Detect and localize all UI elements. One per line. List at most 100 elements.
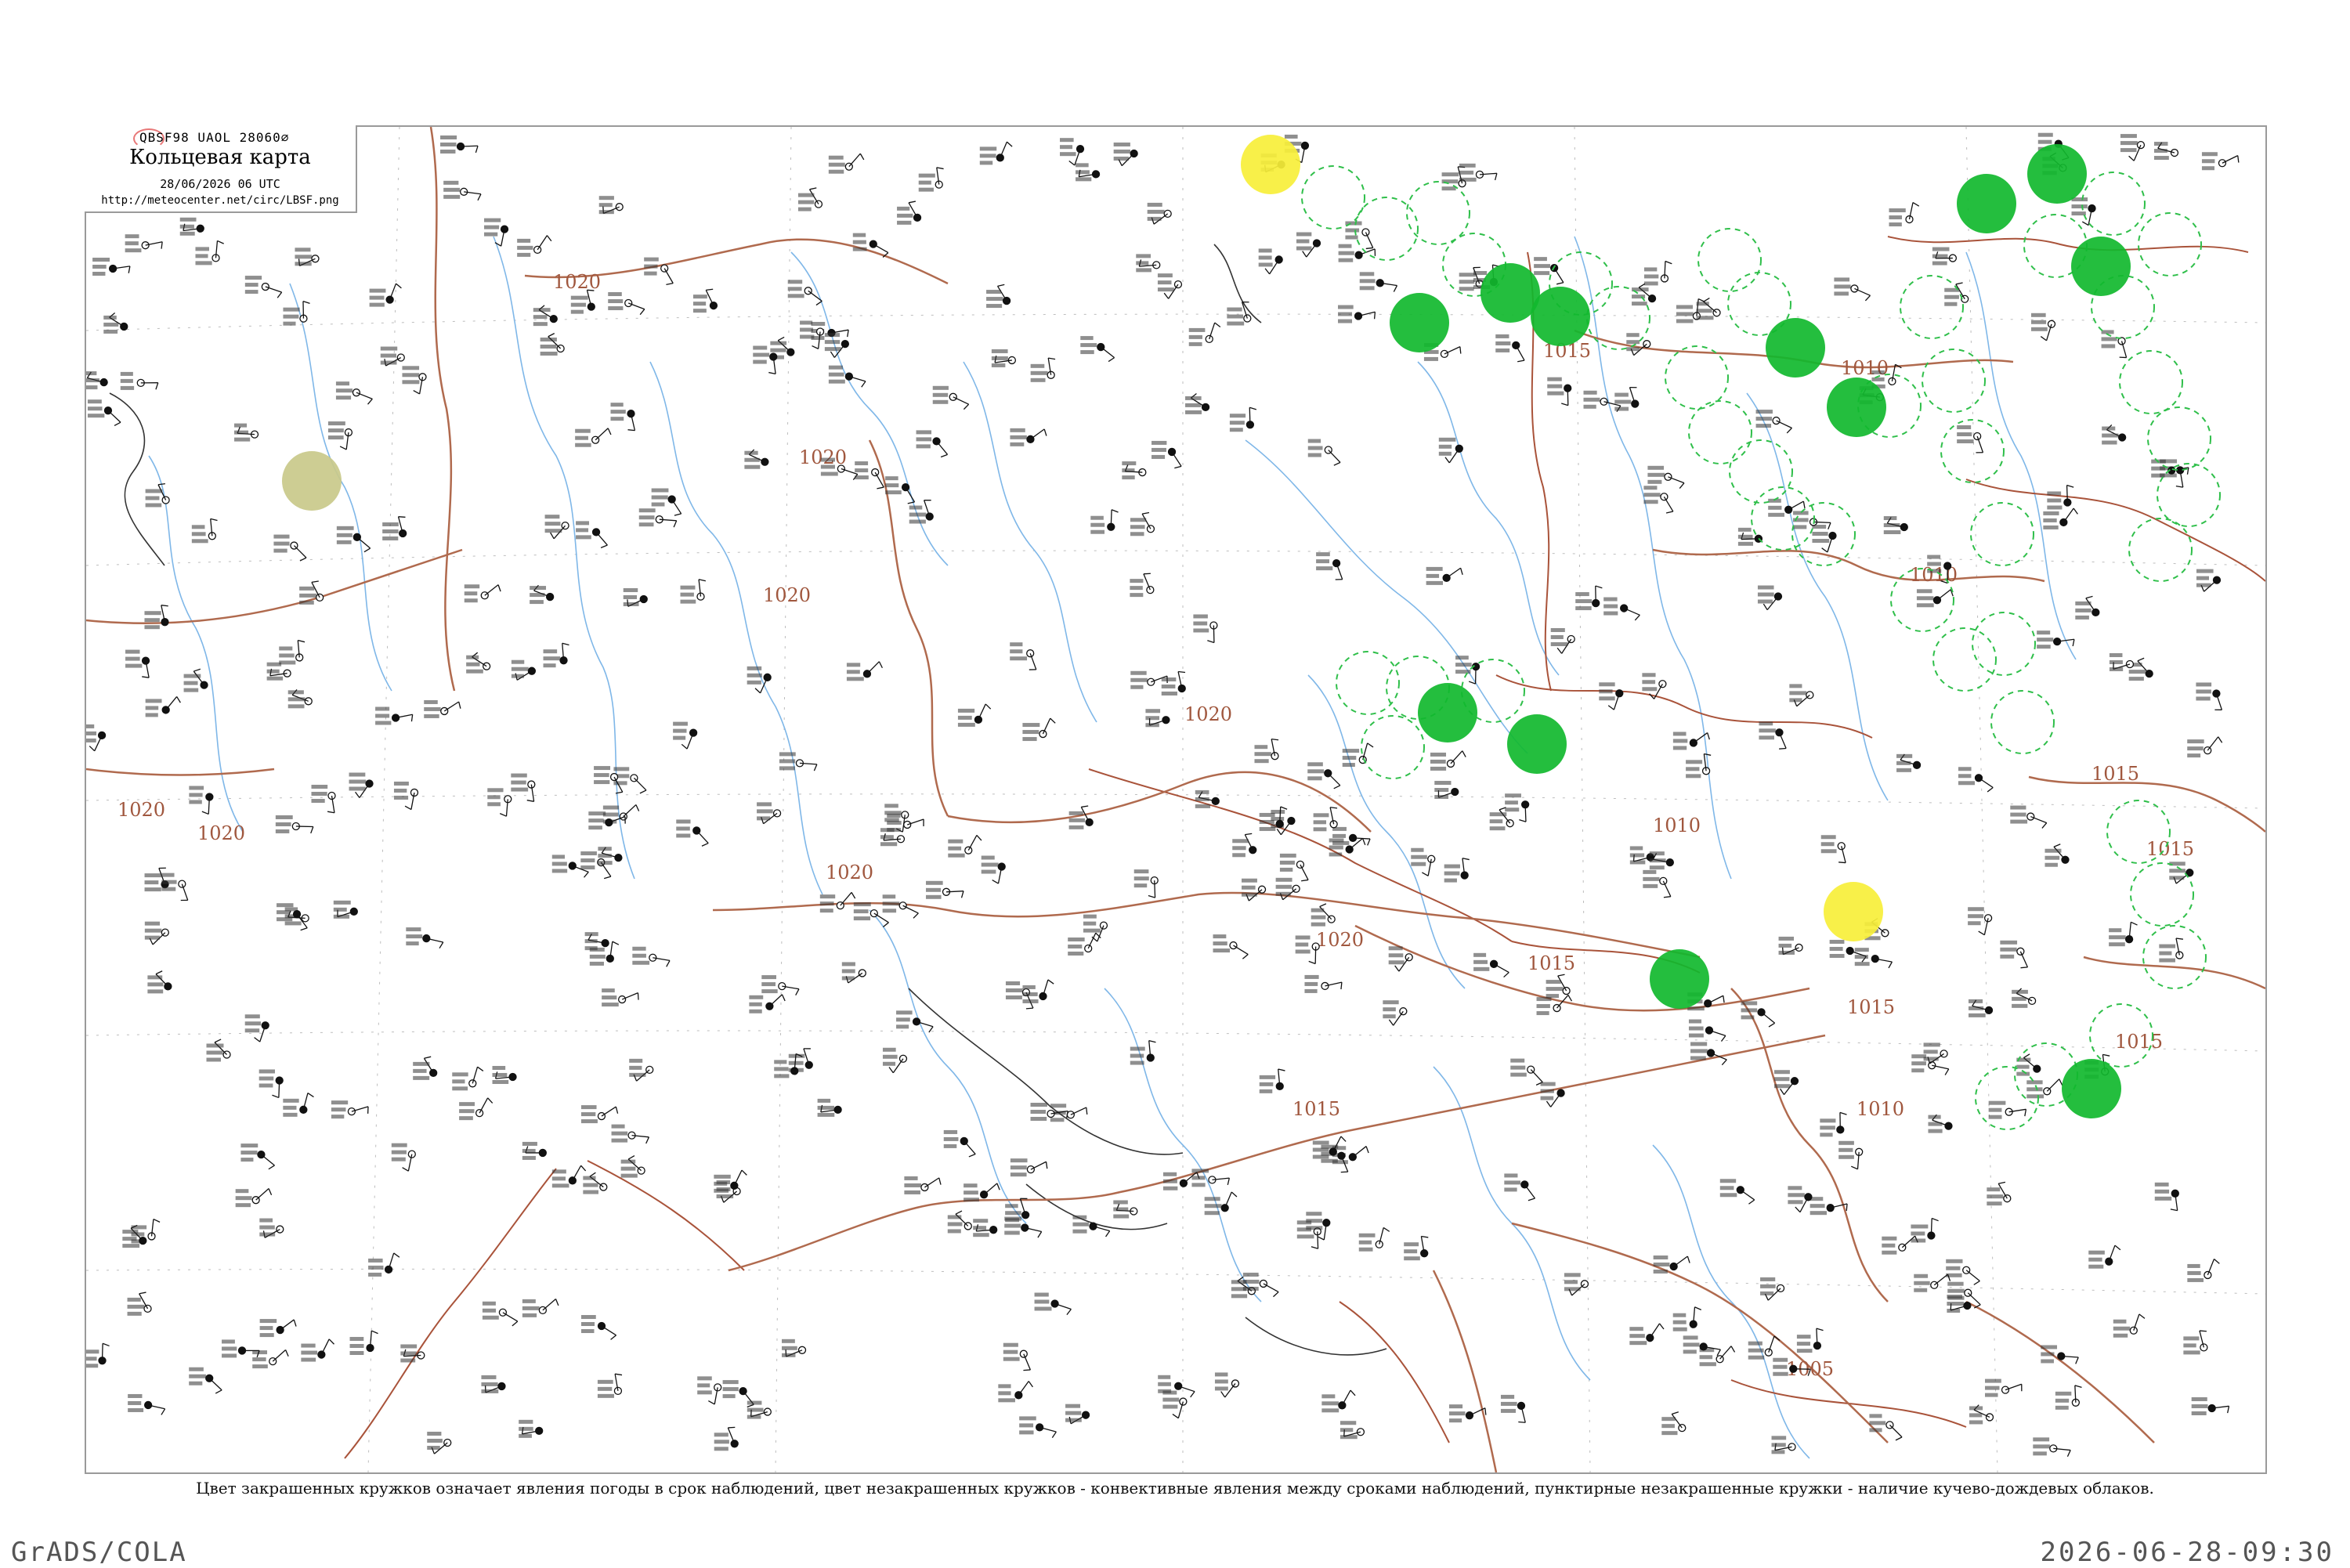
- station-symbol: [1647, 466, 1684, 489]
- weather-phenomenon-marker: [2062, 1059, 2121, 1118]
- station-symbol: [1632, 284, 1656, 305]
- station-symbol: [331, 1100, 368, 1118]
- station-symbol: [986, 284, 1010, 308]
- station-symbol: [1821, 835, 1846, 862]
- cumulonimbus-marker: [1361, 716, 1424, 779]
- weather-phenomenon-marker: [1766, 318, 1825, 378]
- station-symbol: [1163, 1172, 1199, 1190]
- station-symbol: [2154, 142, 2178, 160]
- station-symbol: [2192, 1397, 2229, 1415]
- station-symbol: [613, 767, 646, 793]
- station-symbol: [779, 752, 817, 771]
- station-symbol: [883, 1048, 906, 1073]
- cumulonimbus-marker: [2107, 800, 2170, 863]
- station-symbol: [1316, 552, 1343, 580]
- station-symbol: [1738, 528, 1762, 546]
- station-symbol: [2075, 596, 2099, 620]
- station-symbol: [644, 258, 673, 285]
- source-url[interactable]: http://meteocenter.net/circ/LBSF.png: [85, 194, 356, 207]
- weather-phenomenon-marker: [1531, 287, 1590, 346]
- station-symbol: [2187, 737, 2222, 757]
- station-symbol: [1404, 1237, 1428, 1261]
- station-symbol: [288, 689, 313, 708]
- station-symbol: [260, 1319, 296, 1337]
- station-symbol: [652, 488, 682, 515]
- station-symbol: [283, 302, 309, 326]
- cumulonimbus-marker: [1900, 276, 1963, 338]
- station-symbol: [673, 722, 697, 749]
- station-symbol: [522, 1299, 559, 1317]
- station-symbol: [1010, 642, 1036, 670]
- isobar-label: 1020: [1184, 703, 1232, 725]
- station-symbol: [1449, 1404, 1486, 1422]
- station-symbol: [1010, 428, 1046, 446]
- station-symbol: [1321, 1390, 1355, 1412]
- station-symbol: [933, 386, 969, 410]
- station-symbol: [1185, 394, 1209, 414]
- station-symbol: [1547, 378, 1571, 406]
- station-symbol: [973, 1219, 997, 1237]
- station-symbol: [1869, 1414, 1902, 1440]
- station-symbol: [1080, 336, 1114, 361]
- station-symbol: [533, 305, 558, 326]
- station-symbol: [1541, 1082, 1565, 1107]
- station-symbol: [1426, 567, 1463, 585]
- station-symbol: [1359, 1227, 1390, 1251]
- station-symbol: [598, 1374, 622, 1398]
- station-symbol: [2043, 508, 2077, 529]
- isobar-label: 1020: [118, 799, 165, 821]
- station-symbol: [279, 641, 305, 665]
- station-symbol: [234, 424, 258, 442]
- cumulonimbus-marker: [1972, 612, 2035, 675]
- station-symbol: [998, 1382, 1032, 1403]
- station-symbol: [2169, 862, 2193, 883]
- station-symbol: [349, 772, 374, 797]
- station-symbol: [103, 313, 128, 334]
- station-symbol: [465, 584, 501, 602]
- isobar-label: 1020: [1316, 929, 1364, 951]
- isobar-label: 1020: [197, 822, 245, 844]
- station-symbol: [311, 785, 335, 813]
- cumulonimbus-marker: [1730, 440, 1792, 503]
- station-symbol: [1230, 407, 1256, 432]
- station-symbol: [1838, 1141, 1863, 1169]
- station-symbol: [1759, 721, 1786, 749]
- station-symbol: [598, 847, 622, 865]
- station-symbol: [1213, 934, 1249, 959]
- station-symbol: [259, 1069, 284, 1097]
- station-symbol: [761, 975, 799, 995]
- station-symbol: [184, 669, 208, 692]
- station-symbol: [299, 581, 324, 605]
- cumulonimbus-marker: [1407, 182, 1470, 244]
- station-symbol: [1495, 334, 1524, 362]
- station-symbol: [1932, 247, 1957, 266]
- station-symbol: [1603, 598, 1640, 620]
- station-symbol: [427, 1432, 451, 1454]
- station-symbol: [88, 399, 121, 425]
- station-symbol: [402, 366, 426, 394]
- station-symbol: [681, 580, 706, 604]
- station-symbol: [544, 643, 569, 667]
- isobar-labels: 1020 1020 1020 1020 1020 1020 1020 1020 …: [118, 271, 2194, 1380]
- station-symbol: [639, 508, 677, 527]
- render-timestamp: 2026-06-28-09:30: [2040, 1537, 2334, 1568]
- station-symbol: [1504, 1173, 1535, 1200]
- station-symbol: [466, 652, 490, 673]
- station-symbol: [1614, 388, 1639, 411]
- station-symbol: [1340, 1421, 1365, 1439]
- station-symbol: [744, 450, 768, 469]
- isobar-label: 1020: [763, 584, 811, 606]
- station-symbol: [1788, 1186, 1812, 1212]
- station-symbol: [1564, 1273, 1589, 1295]
- station-symbol: [86, 1343, 110, 1367]
- station-symbol: [1459, 164, 1497, 182]
- station-symbol: [2202, 152, 2239, 170]
- station-symbol: [222, 1339, 259, 1357]
- station-symbol: [259, 1219, 284, 1238]
- isobar-label: 1015: [1847, 996, 1895, 1018]
- station-symbol: [571, 290, 595, 313]
- station-symbol: [958, 704, 991, 727]
- cumulonimbus-marker: [2129, 518, 2192, 581]
- station-symbol: [207, 1039, 231, 1062]
- station-symbol: [1130, 1041, 1156, 1065]
